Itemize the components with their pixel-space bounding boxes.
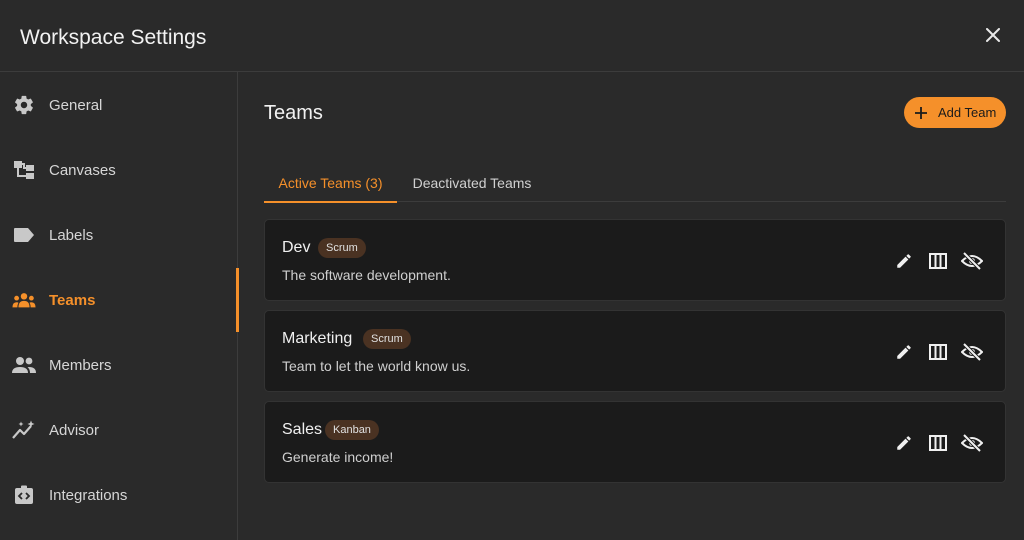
canvas-icon [12, 159, 36, 181]
team-card: Sales Kanban Generate income! [264, 401, 1006, 483]
team-board-button[interactable] [926, 249, 950, 273]
team-card: Dev Scrum The software development. [264, 219, 1006, 301]
eye-off-icon [961, 252, 983, 270]
sidebar-item-advisor[interactable]: Advisor [0, 398, 238, 462]
team-description: The software development. [282, 267, 451, 283]
sidebar-item-label: General [49, 97, 103, 114]
edit-team-button[interactable] [892, 340, 916, 364]
board-columns-icon [929, 253, 947, 269]
sidebar-item-label: Canvases [49, 162, 116, 179]
sidebar-item-label: Advisor [49, 422, 100, 439]
deactivate-team-button[interactable] [960, 431, 984, 455]
edit-icon [897, 254, 911, 268]
eye-off-icon [961, 343, 983, 361]
tab-active-teams[interactable]: Active Teams (3) [264, 164, 397, 203]
team-description: Generate income! [282, 449, 394, 465]
sidebar-item-members[interactable]: Members [0, 333, 238, 397]
tab-deactivated-teams[interactable]: Deactivated Teams [405, 164, 539, 202]
dialog-title: Workspace Settings [20, 26, 207, 49]
team-name: Dev [282, 239, 311, 256]
sidebar-item-integrations[interactable]: Integrations [0, 463, 238, 527]
team-tabs: Active Teams (3) Deactivated Teams [264, 164, 1006, 203]
sidebar: General Canvases Labels Teams Members Ad… [0, 72, 239, 540]
sidebar-item-canvases[interactable]: Canvases [0, 138, 238, 202]
sidebar-item-general[interactable]: General [0, 73, 238, 137]
team-name: Sales [282, 421, 323, 438]
teams-icon [12, 289, 36, 311]
eye-off-icon [961, 434, 983, 452]
edit-team-button[interactable] [892, 431, 916, 455]
sidebar-item-teams[interactable]: Teams [0, 268, 239, 332]
team-description: Team to let the world know us. [282, 358, 471, 374]
team-method-badge: Scrum [318, 238, 366, 258]
team-board-button[interactable] [926, 340, 950, 364]
page-title: Teams [264, 102, 323, 124]
plus-icon [914, 106, 928, 120]
main-panel: Teams Add Team Active Teams (3) Deactiva… [239, 72, 1024, 540]
deactivate-team-button[interactable] [960, 249, 984, 273]
sidebar-item-label: Labels [49, 227, 94, 244]
team-method-badge: Scrum [363, 329, 411, 349]
team-name: Marketing [282, 330, 353, 347]
board-columns-icon [929, 344, 947, 360]
sidebar-item-label: Members [49, 357, 112, 374]
team-method-badge: Kanban [325, 420, 379, 440]
edit-team-button[interactable] [892, 249, 916, 273]
add-team-button[interactable]: Add Team [904, 97, 1006, 128]
sidebar-item-label: Integrations [49, 487, 128, 504]
edit-icon [897, 345, 911, 359]
sidebar-item-label: Teams [49, 292, 96, 309]
members-icon [12, 354, 36, 376]
close-icon [986, 28, 1000, 42]
team-card: Marketing Scrum Team to let the world kn… [264, 310, 1006, 392]
gear-icon [12, 94, 36, 116]
integrations-icon [12, 484, 36, 506]
dialog-header: Workspace Settings [0, 0, 1024, 72]
advisor-icon [12, 419, 36, 441]
close-button[interactable] [982, 24, 1004, 46]
edit-icon [897, 436, 911, 450]
sidebar-item-labels[interactable]: Labels [0, 203, 238, 267]
deactivate-team-button[interactable] [960, 340, 984, 364]
label-icon [12, 224, 36, 246]
team-board-button[interactable] [926, 431, 950, 455]
add-team-label: Add Team [938, 105, 997, 120]
board-columns-icon [929, 435, 947, 451]
